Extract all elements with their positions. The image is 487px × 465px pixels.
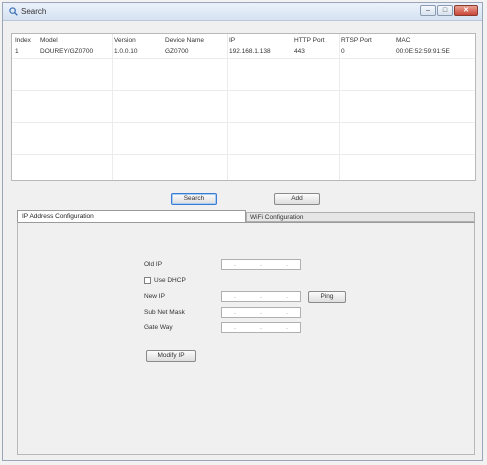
sub-net-mask-label: Sub Net Mask <box>144 309 185 316</box>
ip-config-panel: Old IP ... Use DHCP New IP ... Ping Sub … <box>17 222 475 455</box>
close-button[interactable]: ✕ <box>454 5 478 16</box>
gate-way-field[interactable]: ... <box>221 322 301 333</box>
modify-ip-button[interactable]: Modify IP <box>146 350 196 362</box>
new-ip-label: New IP <box>144 293 165 300</box>
grid-line <box>12 90 475 91</box>
table-cell-index[interactable]: 1 <box>15 48 19 55</box>
search-window: Search – □ ✕ Index Model Version Device … <box>2 2 483 461</box>
column-header-device-name[interactable]: Device Name <box>165 37 204 44</box>
table-cell-device-name[interactable]: GZ0700 <box>165 48 189 55</box>
use-dhcp-checkbox[interactable] <box>144 277 151 284</box>
old-ip-label: Old IP <box>144 261 163 268</box>
old-ip-field[interactable]: ... <box>221 259 301 270</box>
grid-line <box>339 34 340 180</box>
grid-line <box>12 122 475 123</box>
device-list[interactable]: Index Model Version Device Name IP HTTP … <box>11 33 476 181</box>
table-cell-model[interactable]: DOUREY/GZ0700 <box>40 48 93 55</box>
table-cell-http-port[interactable]: 443 <box>294 48 305 55</box>
maximize-button[interactable]: □ <box>437 5 453 16</box>
search-button[interactable]: Search <box>171 193 217 205</box>
grid-line <box>112 34 113 180</box>
column-header-index[interactable]: Index <box>15 37 31 44</box>
title-bar[interactable]: Search – □ ✕ <box>3 3 482 21</box>
window-title: Search <box>21 7 47 16</box>
table-cell-ip[interactable]: 192.168.1.138 <box>229 48 271 55</box>
column-header-mac[interactable]: MAC <box>396 37 410 44</box>
use-dhcp-label: Use DHCP <box>154 277 186 284</box>
grid-line <box>227 34 228 180</box>
column-header-rtsp-port[interactable]: RTSP Port <box>341 37 372 44</box>
add-button[interactable]: Add <box>274 193 320 205</box>
column-header-model[interactable]: Model <box>40 37 58 44</box>
gate-way-label: Gate Way <box>144 324 173 331</box>
column-header-ip[interactable]: IP <box>229 37 235 44</box>
grid-line <box>12 154 475 155</box>
search-icon <box>9 7 18 16</box>
column-header-version[interactable]: Version <box>114 37 136 44</box>
table-cell-version[interactable]: 1.0.0.10 <box>114 48 138 55</box>
ping-button[interactable]: Ping <box>308 291 346 303</box>
new-ip-field[interactable]: ... <box>221 291 301 302</box>
column-header-http-port[interactable]: HTTP Port <box>294 37 325 44</box>
sub-net-mask-field[interactable]: ... <box>221 307 301 318</box>
tab-wifi-configuration[interactable]: WiFi Configuration <box>246 212 475 222</box>
table-cell-rtsp-port[interactable]: 0 <box>341 48 345 55</box>
tab-ip-address-configuration[interactable]: IP Address Configuration <box>17 210 246 222</box>
minimize-button[interactable]: – <box>420 5 436 16</box>
grid-line <box>12 58 475 59</box>
table-cell-mac[interactable]: 00:0E:52:59:91:5E <box>396 48 450 55</box>
